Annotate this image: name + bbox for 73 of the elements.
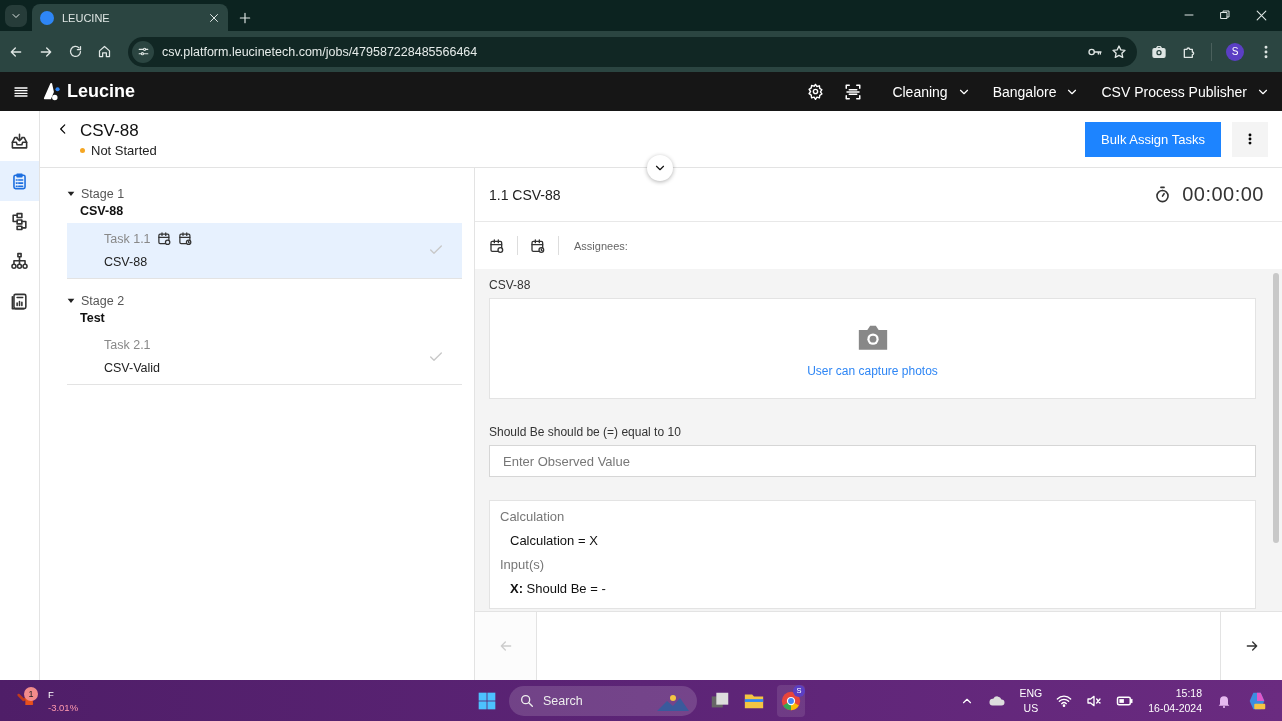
logo-icon [43,81,63,102]
bulk-assign-button[interactable]: Bulk Assign Tasks [1085,121,1221,157]
language-indicator[interactable]: ENG US [1019,687,1043,714]
job-title: CSV-88 [80,120,140,141]
taskbar-clock[interactable]: 15:18 16-04-2024 [1148,687,1202,714]
stage-label: Stage 1 [81,187,125,201]
calendar-clock-icon[interactable] [530,237,546,254]
tab-title: LEUCINE [62,11,111,24]
parameter-label: Should Be should be (=) equal to 10 [489,425,682,439]
taskbar-search[interactable]: Search [509,685,697,716]
calculation-expression: Calculation = X [510,533,599,548]
report-icon [10,291,29,311]
caret-down-icon[interactable] [67,297,75,305]
brand-name: Leucine [67,81,136,102]
task-name: CSV-88 [104,255,149,269]
hierarchy-icon [10,251,29,271]
stage-label: Stage 2 [81,294,125,308]
scrollbar-thumb[interactable] [1273,273,1279,543]
url-text: csv.platform.leucinetech.com/jobs/479587228485566464 [162,44,479,59]
photo-capture-area[interactable]: User can capture photos [489,298,1256,399]
inputs-heading: Input(s) [500,557,546,572]
clipboard-list-icon [10,171,29,191]
flow-icon [10,211,29,231]
collapse-button[interactable] [647,155,673,181]
stock-change: -3.01% [48,701,79,713]
header-dropdown[interactable]: Bangalore [992,83,1080,100]
status-dot [80,147,85,153]
task-label: Task 1.1 [104,231,151,246]
home-icon[interactable] [97,44,112,59]
close-icon[interactable] [1255,9,1268,22]
new-tab-icon[interactable] [238,11,252,25]
task-item[interactable]: Task 2.1 CSV-Valid [67,330,462,384]
stock-name: F [48,688,55,700]
inbox-icon [10,131,29,151]
calendar-refresh-icon[interactable] [489,237,505,254]
profile-avatar[interactable]: S [1226,42,1244,61]
site-info-icon[interactable] [132,40,154,63]
reload-icon[interactable] [68,44,83,59]
chrome-icon [780,689,802,712]
camera-icon[interactable] [1151,43,1167,60]
browser-tab[interactable]: LEUCINE [32,4,228,31]
windows-start-icon[interactable] [477,690,497,711]
task-item[interactable]: Task 1.1 CSV-88 [67,223,462,278]
task-timer: 00:00:00 [1182,183,1264,206]
task-name: CSV-Valid [104,361,162,375]
caret-down-icon[interactable] [67,190,75,198]
search-icon [519,692,535,709]
task-label: Task 2.1 [104,338,151,352]
settings-icon[interactable] [807,83,825,100]
calendar-refresh-icon[interactable] [156,231,172,246]
assignees-label: Assignees: [574,239,628,252]
stage-name: CSV-88 [80,204,125,218]
site-favicon-icon [40,10,54,25]
star-icon[interactable] [1111,43,1127,60]
observed-value-field[interactable]: Enter Observed Value [489,445,1256,477]
restore-icon[interactable] [1219,9,1231,21]
header-dropdown[interactable]: CSV Process Publisher [1101,83,1270,100]
search-label: Search [543,693,584,708]
notification-badge: 1 [24,686,38,701]
task-title: 1.1 CSV-88 [489,186,561,203]
calendar-clock-icon[interactable] [177,231,193,246]
calculation-heading: Calculation [500,509,566,524]
sliders-icon [136,45,150,58]
scan-icon[interactable] [844,82,863,101]
parameter-label: CSV-88 [489,278,532,292]
address-bar[interactable]: csv.platform.leucinetech.com/jobs/479587228485566464 [128,36,1137,67]
header-dropdown[interactable]: Cleaning [892,83,971,100]
tab-search-button[interactable] [5,4,27,27]
capture-hint: User can capture photos [807,363,938,378]
stage-name: Test [80,311,106,325]
close-icon[interactable] [208,11,220,24]
input-formula-label: X: Should Be = - [510,581,607,596]
job-status: Not Started [91,142,157,158]
